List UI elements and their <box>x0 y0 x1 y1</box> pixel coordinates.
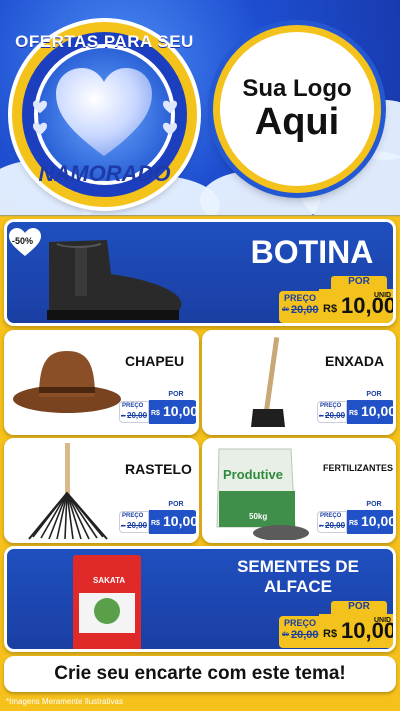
logo-line-2: Aqui <box>254 101 340 144</box>
de-label: de <box>282 307 290 313</box>
por-label: POR <box>157 391 195 400</box>
de-label: de <box>282 632 290 638</box>
por-label: POR <box>157 501 195 510</box>
old-price: 20,00 <box>325 411 346 420</box>
discount-badge: -50% <box>8 227 42 257</box>
product-card-fertilizantes: Produtive 50kg FERTILIZANTES POR PREÇO d… <box>202 438 396 543</box>
price-value: 10,00 <box>361 513 396 529</box>
product-name: FERTILIZANTES <box>323 463 393 473</box>
old-price: 20,00 <box>127 411 148 420</box>
logo-placeholder: Sua Logo Aqui <box>213 25 381 193</box>
currency: R$ <box>323 628 338 640</box>
old-price: 20,00 <box>127 521 148 530</box>
header-banner: OFERTAS PARA SEU NAMORADO Sua Logo Aqui <box>0 0 400 215</box>
preco-label: PREÇO <box>320 403 342 409</box>
unit-label: UNID <box>374 617 392 624</box>
por-label: POR <box>331 276 387 289</box>
badge-top-text: OFERTAS PARA SEU <box>15 32 194 51</box>
price-value: 10,00 <box>361 403 396 419</box>
preco-label: PREÇO <box>284 618 317 628</box>
preco-label: PREÇO <box>122 513 144 519</box>
unit-label: UNID <box>374 292 392 299</box>
badge-bottom-text: NAMORADO <box>38 161 171 186</box>
currency: R$ <box>323 303 338 315</box>
heart-icon <box>56 68 152 156</box>
product-name: CHAPEU <box>125 353 185 369</box>
preco-label: PREÇO <box>320 513 342 519</box>
por-label: POR <box>355 391 393 400</box>
de-label: de <box>121 413 126 418</box>
currency: R$ <box>349 520 358 527</box>
currency: R$ <box>151 520 160 527</box>
old-price: 20,00 <box>291 629 319 641</box>
por-label: POR <box>355 501 393 510</box>
product-card-botina: BOTINA POR PREÇO de 20,00 R$ 10,00 UNID <box>4 219 396 326</box>
disclaimer-text: *Imagens Meramente Ilustrativas <box>6 697 123 706</box>
price-value: 10,00 <box>163 513 199 529</box>
de-label: de <box>319 413 324 418</box>
heart-icon <box>163 122 177 136</box>
price-tag: POR PREÇO de 20,00 R$ 10,00 UNID <box>279 601 393 649</box>
product-name-line-1: SEMENTES DE <box>237 557 359 576</box>
bag-weight: 50kg <box>249 512 267 521</box>
rake-icon <box>28 443 108 540</box>
bag-brand: Produtive <box>223 467 283 482</box>
cta-banner[interactable]: Crie seu encarte com este tema! <box>4 656 396 692</box>
product-card-chapeu: CHAPEU POR PREÇO de 20,00 R$ 10,00 <box>4 330 199 435</box>
heart-icon <box>33 122 47 136</box>
preco-label: PREÇO <box>284 293 317 303</box>
hoe-icon <box>251 337 285 427</box>
price-tag: POR PREÇO de 20,00 R$ 10,00 UNID <box>279 276 393 323</box>
pack-brand: SAKATA <box>93 576 125 585</box>
currency: R$ <box>349 410 358 417</box>
heart-icon <box>163 100 177 114</box>
old-price: 20,00 <box>291 304 319 316</box>
preco-label: PREÇO <box>122 403 144 409</box>
seed-pack-icon: SAKATA <box>73 555 141 649</box>
product-name: RASTELO <box>125 461 192 477</box>
product-name-line-2: ALFACE <box>264 576 332 596</box>
heart-icon <box>33 100 47 114</box>
price-tag: POR PREÇO de 20,00 R$ 10,00 <box>317 501 396 535</box>
de-label: de <box>319 523 324 528</box>
product-name: SEMENTES DE ALFACE <box>203 557 393 596</box>
product-name: BOTINA <box>250 234 374 270</box>
product-card-rastelo: RASTELO POR PREÇO de 20,00 R$ 10,00 <box>4 438 199 543</box>
de-label: de <box>121 523 126 528</box>
price-value: 10,00 <box>163 403 199 419</box>
valentines-badge: OFERTAS PARA SEU NAMORADO <box>12 22 197 207</box>
logo-line-1: Sua Logo <box>242 75 352 103</box>
fertilizer-bag-icon: Produtive 50kg <box>216 448 309 540</box>
hat-icon <box>13 351 121 413</box>
price-tag: POR PREÇO de 20,00 R$ 10,00 <box>119 391 199 425</box>
currency: R$ <box>151 410 160 417</box>
old-price: 20,00 <box>325 521 346 530</box>
boot-icon <box>47 240 182 320</box>
product-card-enxada: ENXADA POR PREÇO de 20,00 R$ 10,00 <box>202 330 396 435</box>
product-name: ENXADA <box>325 353 385 369</box>
discount-text: -50% <box>12 236 34 246</box>
por-label: POR <box>331 601 387 614</box>
product-card-sementes: SAKATA SEMENTES DE ALFACE POR PREÇO de 2… <box>4 546 396 652</box>
price-tag: POR PREÇO de 20,00 R$ 10,00 <box>317 391 396 425</box>
price-tag: POR PREÇO de 20,00 R$ 10,00 <box>119 501 199 535</box>
